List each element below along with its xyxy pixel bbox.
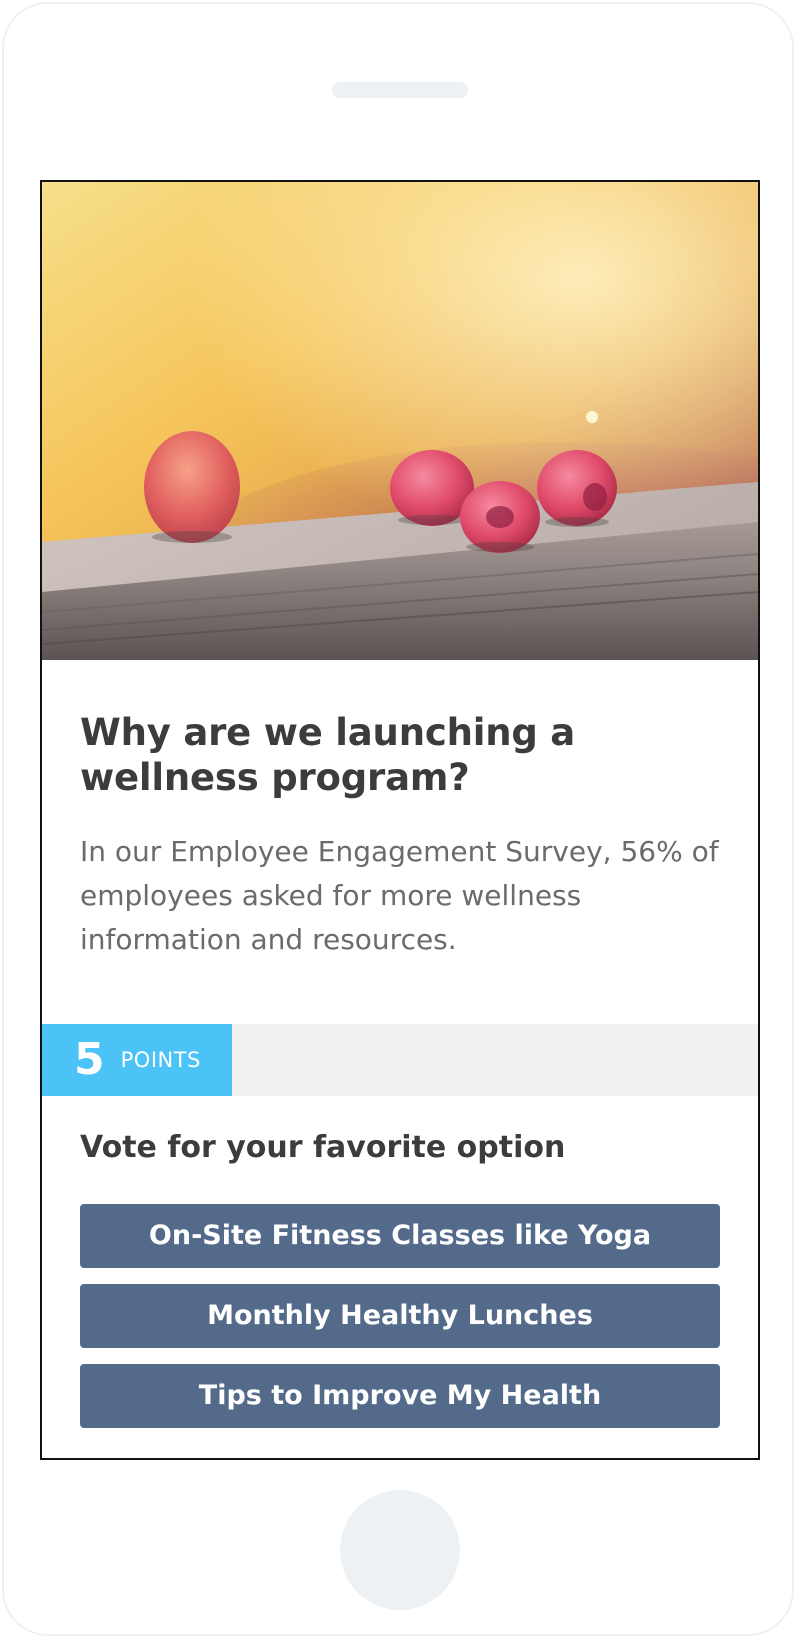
phone-home-button[interactable] <box>340 1490 460 1610</box>
card-body-text: In our Employee Engagement Survey, 56% o… <box>80 835 719 956</box>
points-bar: 5 POINTS <box>42 1024 758 1096</box>
card-content: Why are we launching a wellness program?… <box>80 710 720 962</box>
option-fitness-classes-button[interactable]: On-Site Fitness Classes like Yoga <box>80 1204 720 1268</box>
option-health-tips-button[interactable]: Tips to Improve My Health <box>80 1364 720 1428</box>
phone-screen: Why are we launching a wellness program?… <box>40 180 760 1460</box>
points-value: 5 <box>74 1034 105 1085</box>
card-title: Why are we launching a wellness program? <box>80 711 576 799</box>
poll-prompt: Vote for your favorite option <box>80 1130 566 1165</box>
phone-speaker <box>332 82 468 98</box>
option-healthy-lunches-button[interactable]: Monthly Healthy Lunches <box>80 1284 720 1348</box>
hero-image <box>42 182 758 660</box>
poll-options: On-Site Fitness Classes like Yoga Monthl… <box>80 1204 720 1444</box>
points-label: POINTS <box>120 1048 201 1072</box>
phone-frame: Why are we launching a wellness program?… <box>0 0 800 1640</box>
raspberries-photo <box>42 182 758 660</box>
points-badge: 5 POINTS <box>42 1024 232 1096</box>
